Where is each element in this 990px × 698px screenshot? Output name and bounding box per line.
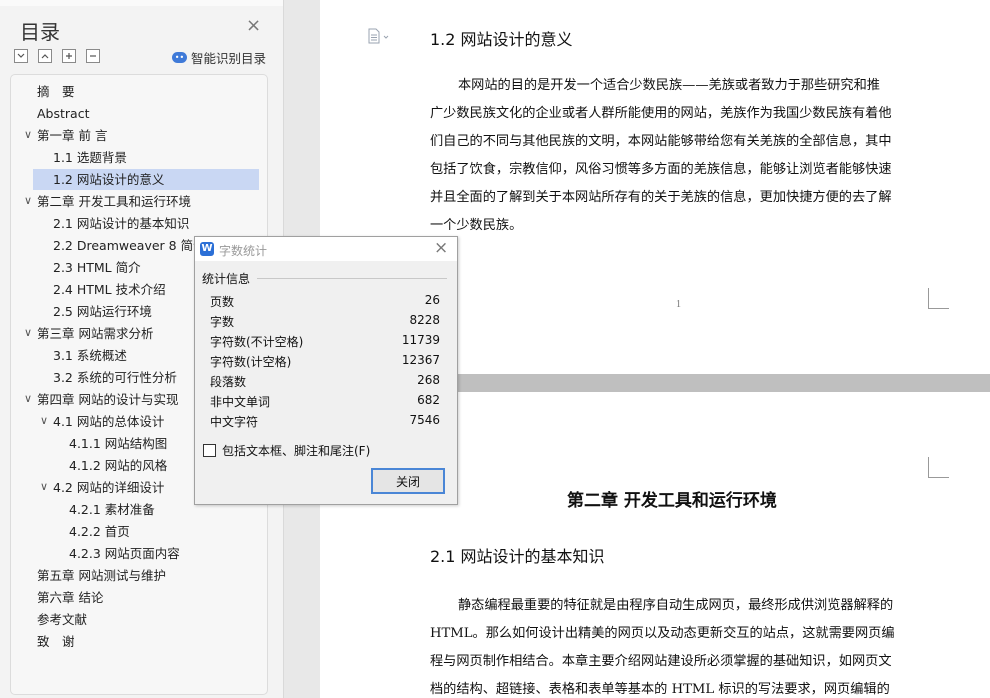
stat-value: 682 (417, 393, 440, 407)
page-corner-mark (928, 288, 949, 309)
paragraph: 静态编程最重要的特征就是由程序自动生成网页，最终形成供浏览器解释的 HTML。那… (430, 594, 930, 698)
nav-top-strip (0, 0, 283, 6)
stat-row-chars-with-spaces: 字符数(计空格) 12367 (210, 353, 440, 373)
stat-row-pages: 页数 26 (210, 293, 440, 313)
close-icon[interactable]: × (434, 239, 448, 257)
toc-item-1-1[interactable]: 1.1 选题背景 (53, 147, 127, 168)
nav-title: 目录 (20, 20, 60, 44)
stats-section-label: 统计信息 (202, 272, 251, 286)
toc-item-3-2[interactable]: 3.2 系统的可行性分析 (53, 367, 177, 388)
stat-row-chinese-chars: 中文字符 7546 (210, 413, 440, 433)
toc-item-2-2[interactable]: 2.2 Dreamweaver 8 简介 (53, 235, 206, 256)
remove-heading-icon[interactable] (86, 49, 100, 63)
section-heading: 1.2 网站设计的意义 (430, 30, 573, 49)
stat-value: 7546 (409, 413, 440, 427)
toc-item-references[interactable]: 参考文献 (37, 609, 87, 630)
page-number: 1 (676, 299, 681, 310)
stat-value: 26 (424, 293, 440, 307)
toc-item-4-2-1[interactable]: 4.2.1 素材准备 (69, 499, 155, 520)
paragraph-line: 档的结构、超链接、表格和表单等基本的 HTML 标识的写法要求，网页编辑的 (430, 682, 890, 697)
section-divider (257, 278, 447, 279)
document-options-icon[interactable] (367, 28, 389, 44)
chevron-down-icon[interactable]: ∨ (23, 128, 33, 141)
stat-row-paragraphs: 段落数 268 (210, 373, 440, 393)
toc-item-chapter-3[interactable]: 第三章 网站需求分析 (37, 323, 153, 344)
stat-label: 字符数(计空格) (210, 355, 292, 369)
toc-item-1-2[interactable]: 1.2 网站设计的意义 (33, 169, 259, 190)
chevron-down-icon[interactable]: ∨ (39, 414, 49, 427)
stat-label: 字数 (210, 315, 235, 329)
chevron-down-icon[interactable]: ∨ (23, 326, 33, 339)
stat-row-non-chinese-words: 非中文单词 682 (210, 393, 440, 413)
toc-item-abstract-cn[interactable]: 摘 要 (37, 81, 75, 102)
expand-all-icon[interactable] (38, 49, 52, 63)
paragraph-line: 们自己的不同与其他民族的文明，本网站能够带给您有关羌族的全部信息，其中 (430, 134, 892, 149)
paragraph-line: 并且全面的了解到关于本网站所存有的关于羌族的信息，更加快捷方便的去了解 (430, 190, 892, 205)
paragraph-line: HTML。那么如何设计出精美的网页以及动态更新交互的站点，这就需要网页编 (430, 626, 895, 641)
toc-item-abstract-en[interactable]: Abstract (37, 103, 89, 124)
section-heading: 2.1 网站设计的基本知识 (430, 547, 605, 566)
stat-label: 段落数 (210, 375, 247, 389)
toc-item-acknowledgements[interactable]: 致 谢 (37, 631, 75, 652)
stat-row-words: 字数 8228 (210, 313, 440, 333)
dialog-titlebar[interactable]: W 字数统计 × (195, 237, 457, 261)
paragraph-line: 本网站的目的是开发一个适合少数民族——羌族或者致力于那些研究和推 (458, 78, 880, 93)
close-button[interactable]: 关闭 (371, 468, 445, 494)
toc-item-2-3[interactable]: 2.3 HTML 简介 (53, 257, 141, 278)
paragraph-line: 广少数民族文化的企业或者人群所能使用的网站，羌族作为我国少数民族有着他 (430, 106, 892, 121)
smart-toc-button[interactable]: •• 智能识别目录 (172, 48, 266, 67)
stat-value: 11739 (401, 333, 440, 347)
toc-item-chapter-1[interactable]: 第一章 前 言 (37, 125, 107, 146)
paragraph-line: 静态编程最重要的特征就是由程序自动生成网页，最终形成供浏览器解释的 (458, 598, 894, 613)
stat-row-chars-no-spaces: 字符数(不计空格) 11739 (210, 333, 440, 353)
checkbox-label: 包括文本框、脚注和尾注(F) (222, 444, 371, 458)
stat-value: 268 (417, 373, 440, 387)
chevron-down-icon[interactable]: ∨ (23, 194, 33, 207)
add-heading-icon[interactable] (62, 49, 76, 63)
toc-item-2-1[interactable]: 2.1 网站设计的基本知识 (53, 213, 189, 234)
paragraph-line: 程与网页制作相结合。本章主要介绍网站建设所必须掌握的基础知识，如网页文 (430, 654, 892, 669)
paragraph-line: 包括了饮食，宗教信仰，风俗习惯等多方面的羌族信息，能够让浏览者能够快速 (430, 162, 892, 177)
toc-item-4-2-3[interactable]: 4.2.3 网站页面内容 (69, 543, 180, 564)
toc-item-chapter-5[interactable]: 第五章 网站测试与维护 (37, 565, 166, 586)
chapter-title: 第二章 开发工具和运行环境 (567, 491, 777, 511)
chevron-down-icon[interactable]: ∨ (23, 392, 33, 405)
nav-toolbar (14, 49, 100, 63)
toc-item-4-2-2[interactable]: 4.2.2 首页 (69, 521, 130, 542)
stat-value: 8228 (409, 313, 440, 327)
include-textboxes-checkbox[interactable]: 包括文本框、脚注和尾注(F) (203, 442, 370, 459)
toc-item-4-2[interactable]: 4.2 网站的详细设计 (53, 477, 164, 498)
word-count-dialog: W 字数统计 × 统计信息 页数 26 字数 8228 字符数(不计空格) 11… (194, 236, 458, 505)
paragraph: 本网站的目的是开发一个适合少数民族——羌族或者致力于那些研究和推 广少数民族文化… (430, 74, 930, 234)
toc-item-3-1[interactable]: 3.1 系统概述 (53, 345, 127, 366)
paragraph-line: 一个少数民族。 (430, 218, 523, 233)
smart-toc-icon: •• (172, 52, 187, 63)
stat-label: 字符数(不计空格) (210, 335, 304, 349)
stat-label: 非中文单词 (210, 395, 271, 409)
smart-toc-label: 智能识别目录 (191, 51, 267, 66)
toc-item-2-4[interactable]: 2.4 HTML 技术介绍 (53, 279, 166, 300)
toc-item-chapter-4[interactable]: 第四章 网站的设计与实现 (37, 389, 178, 410)
toc-item-4-1-2[interactable]: 4.1.2 网站的风格 (69, 455, 167, 476)
nav-close-icon[interactable]: × (246, 17, 261, 35)
page-corner-mark (928, 457, 949, 478)
toc-item-2-5[interactable]: 2.5 网站运行环境 (53, 301, 152, 322)
stat-label: 中文字符 (210, 415, 259, 429)
chevron-down-icon[interactable]: ∨ (39, 480, 49, 493)
stat-label: 页数 (210, 295, 235, 309)
collapse-all-icon[interactable] (14, 49, 28, 63)
toc-item-chapter-2[interactable]: 第二章 开发工具和运行环境 (37, 191, 191, 212)
toc-item-chapter-6[interactable]: 第六章 结论 (37, 587, 103, 608)
wps-logo-icon: W (200, 242, 214, 256)
toc-item-4-1[interactable]: 4.1 网站的总体设计 (53, 411, 164, 432)
stat-value: 12367 (401, 353, 440, 367)
dialog-title: 字数统计 (219, 244, 268, 258)
toc-item-4-1-1[interactable]: 4.1.1 网站结构图 (69, 433, 167, 454)
checkbox-box[interactable] (203, 444, 216, 457)
